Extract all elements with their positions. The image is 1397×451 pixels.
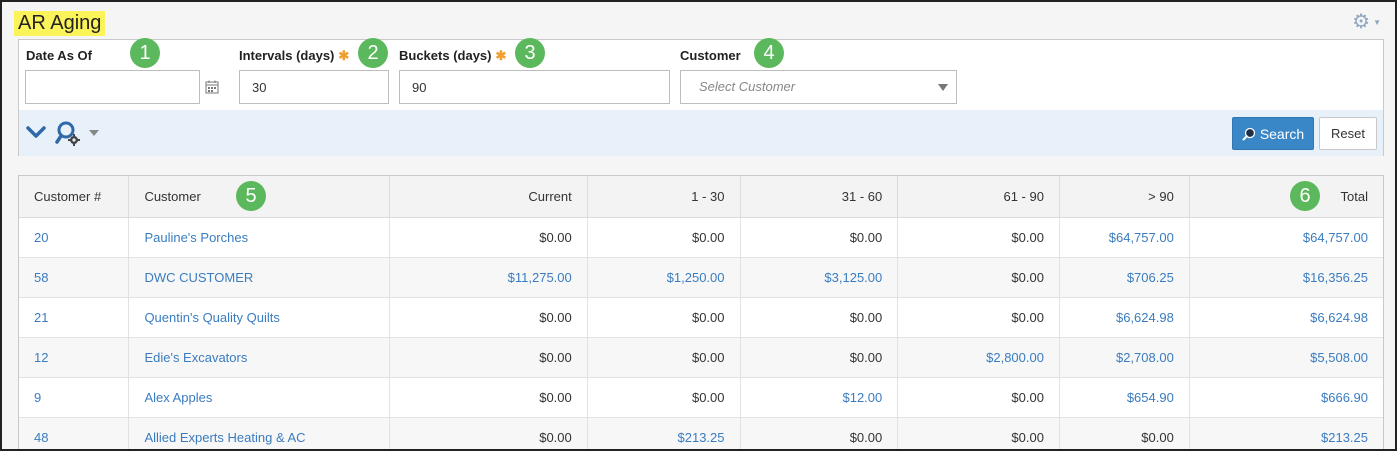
amount-61-90: $0.00	[897, 257, 1060, 298]
customer-name-link[interactable]: DWC CUSTOMER	[128, 257, 391, 298]
amount-over-90-link[interactable]: $6,624.98	[1059, 297, 1190, 338]
date-as-of-input[interactable]	[25, 70, 200, 104]
table-row: 9 Alex Apples $0.00 $0.00 $12.00 $0.00 $…	[19, 377, 1383, 418]
amount-1-30-link[interactable]: $1,250.00	[587, 257, 741, 298]
total-amount-link[interactable]: $16,356.25	[1189, 257, 1383, 298]
customer-select[interactable]: Select Customer	[680, 70, 957, 104]
amount-1-30: $0.00	[587, 337, 741, 378]
customer-name-link[interactable]: Quentin's Quality Quilts	[128, 297, 391, 338]
column-header-total[interactable]: Total	[1189, 176, 1383, 218]
amount-61-90: $0.00	[897, 417, 1060, 449]
amount-1-30: $0.00	[587, 377, 741, 418]
amount-61-90: $0.00	[897, 217, 1060, 258]
customer-number-link[interactable]: 20	[19, 217, 130, 258]
amount-31-60: $0.00	[740, 337, 899, 378]
total-amount-link[interactable]: $666.90	[1189, 377, 1383, 418]
total-amount-link[interactable]: $213.25	[1189, 417, 1383, 449]
current-amount-link[interactable]: $11,275.00	[389, 257, 588, 298]
customer-name-link[interactable]: Allied Experts Heating & AC	[128, 417, 391, 449]
amount-over-90-link[interactable]: $64,757.00	[1059, 217, 1190, 258]
amount-over-90-link[interactable]: $2,708.00	[1059, 337, 1190, 378]
customer-name-link[interactable]: Edie's Excavators	[128, 337, 391, 378]
current-amount: $0.00	[389, 337, 588, 378]
intervals-label: Intervals (days) ✱	[239, 48, 350, 63]
gear-icon[interactable]: ⚙	[1352, 12, 1370, 32]
amount-1-30: $0.00	[587, 297, 741, 338]
table-row: 58 DWC CUSTOMER $11,275.00 $1,250.00 $3,…	[19, 257, 1383, 298]
callout-badge-2: 2	[358, 38, 388, 68]
amount-1-30-link[interactable]: $213.25	[587, 417, 741, 449]
table-header-row: Customer # Customer Current 1 - 30 31 - …	[19, 176, 1383, 218]
table-row: 48 Allied Experts Heating & AC $0.00 $21…	[19, 417, 1383, 449]
amount-over-90-link[interactable]: $706.25	[1059, 257, 1190, 298]
column-header-current[interactable]: Current	[389, 176, 588, 218]
required-icon: ✱	[338, 48, 350, 63]
buckets-label: Buckets (days) ✱	[399, 48, 507, 63]
customer-label: Customer	[680, 48, 741, 63]
buckets-input[interactable]	[399, 70, 670, 104]
dropdown-arrow-icon	[938, 84, 948, 91]
callout-badge-1: 1	[130, 38, 160, 68]
date-as-of-label: Date As Of	[26, 48, 92, 63]
column-header-over-90[interactable]: > 90	[1059, 176, 1190, 218]
total-amount-link[interactable]: $64,757.00	[1189, 217, 1383, 258]
calendar-icon[interactable]	[205, 80, 219, 94]
callout-badge-4: 4	[754, 38, 784, 68]
amount-31-60-link[interactable]: $12.00	[740, 377, 899, 418]
callout-badge-3: 3	[515, 38, 545, 68]
column-header-customer-number[interactable]: Customer #	[19, 176, 130, 218]
column-header-1-30[interactable]: 1 - 30	[587, 176, 741, 218]
customer-number-link[interactable]: 21	[19, 297, 130, 338]
search-icon	[1242, 127, 1255, 140]
customer-name-link[interactable]: Pauline's Porches	[128, 217, 391, 258]
total-amount-link[interactable]: $5,508.00	[1189, 337, 1383, 378]
amount-over-90: $0.00	[1059, 417, 1190, 449]
required-icon: ✱	[495, 48, 507, 63]
reset-button[interactable]: Reset	[1319, 117, 1377, 150]
amount-31-60: $0.00	[740, 297, 899, 338]
table-row: 12 Edie's Excavators $0.00 $0.00 $0.00 $…	[19, 337, 1383, 378]
page-title: AR Aging	[14, 11, 106, 36]
callout-badge-6: 6	[1290, 181, 1320, 211]
current-amount: $0.00	[389, 217, 588, 258]
current-amount: $0.00	[389, 417, 588, 449]
table-row: 20 Pauline's Porches $0.00 $0.00 $0.00 $…	[19, 217, 1383, 258]
total-amount-link[interactable]: $6,624.98	[1189, 297, 1383, 338]
amount-31-60-link[interactable]: $3,125.00	[740, 257, 899, 298]
column-header-61-90[interactable]: 61 - 90	[897, 176, 1060, 218]
chevron-down-icon[interactable]: ▼	[1373, 18, 1381, 27]
column-header-31-60[interactable]: 31 - 60	[740, 176, 899, 218]
amount-31-60: $0.00	[740, 417, 899, 449]
ar-aging-table: Customer # Customer Current 1 - 30 31 - …	[18, 175, 1384, 449]
settings-menu[interactable]: ⚙ ▼	[1352, 12, 1381, 32]
amount-1-30: $0.00	[587, 217, 741, 258]
customer-number-link[interactable]: 48	[19, 417, 130, 449]
customer-number-link[interactable]: 12	[19, 337, 130, 378]
chevron-down-icon[interactable]	[26, 125, 46, 139]
amount-over-90-link[interactable]: $654.90	[1059, 377, 1190, 418]
search-options-icon[interactable]	[55, 120, 83, 148]
chevron-down-icon[interactable]	[89, 130, 99, 136]
filter-toolbar: Search Reset	[19, 110, 1383, 156]
customer-name-link[interactable]: Alex Apples	[128, 377, 391, 418]
amount-61-90-link[interactable]: $2,800.00	[897, 337, 1060, 378]
customer-number-link[interactable]: 58	[19, 257, 130, 298]
ar-aging-window: AR Aging ⚙ ▼ Date As Of Intervals (days)…	[0, 0, 1397, 451]
search-button[interactable]: Search	[1232, 117, 1314, 150]
current-amount: $0.00	[389, 297, 588, 338]
amount-31-60: $0.00	[740, 217, 899, 258]
amount-61-90: $0.00	[897, 297, 1060, 338]
current-amount: $0.00	[389, 377, 588, 418]
callout-badge-5: 5	[236, 181, 266, 211]
filter-panel: Date As Of Intervals (days)✱ Buckets (da…	[18, 39, 1384, 156]
intervals-input[interactable]	[239, 70, 389, 104]
customer-number-link[interactable]: 9	[19, 377, 130, 418]
table-row: 21 Quentin's Quality Quilts $0.00 $0.00 …	[19, 297, 1383, 338]
amount-61-90: $0.00	[897, 377, 1060, 418]
